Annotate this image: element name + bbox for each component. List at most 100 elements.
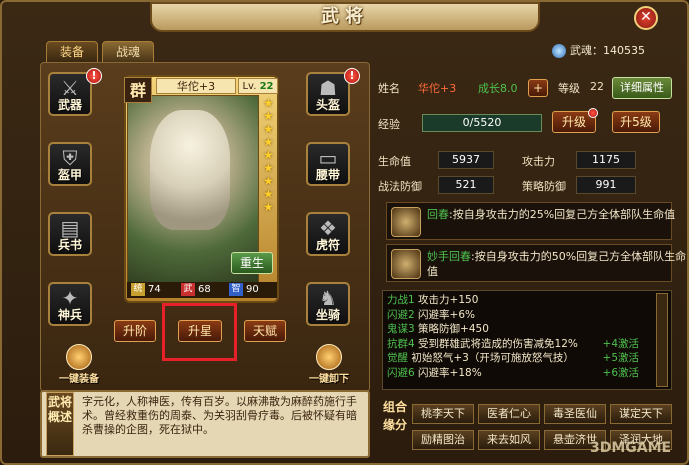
slot-horse[interactable]: ♞ 坐骑 bbox=[306, 282, 350, 326]
name-label: 姓名 bbox=[378, 82, 400, 95]
skill-2-text: 妙手回春:按自身攻击力的50%回复己方全体部队生命值 bbox=[427, 250, 687, 278]
window-title: 武将 bbox=[321, 6, 369, 27]
advance-button[interactable]: 升阶 bbox=[114, 320, 156, 342]
bonus-activation: +5激活 bbox=[602, 352, 639, 364]
bonus-row: 觉醒 初始怒气+3（开场可施放怒气技） +5激活 bbox=[387, 351, 657, 366]
slot-weapon[interactable]: ⚔ 武器 bbox=[48, 72, 92, 116]
skill-2-icon bbox=[391, 249, 421, 279]
bonus-row: 闪避6 闪避率+18% +6激活 bbox=[387, 366, 657, 381]
slot-helmet[interactable]: ☗ 头盔 bbox=[306, 72, 350, 116]
star-up-highlight-box bbox=[162, 303, 237, 361]
combo-item[interactable]: 毒圣医仙 bbox=[544, 404, 606, 424]
slot-belt-label: 腰带 bbox=[315, 168, 340, 182]
faction-badge: 群 bbox=[124, 77, 152, 103]
bonus-key: 闪避6 bbox=[387, 366, 415, 379]
bonus-value: 策略防御+450 bbox=[418, 323, 489, 335]
name-value: 华佗+3 bbox=[418, 82, 457, 95]
bonus-key: 觉醒 bbox=[387, 352, 408, 364]
level-number: 22 bbox=[259, 81, 274, 92]
bonus-row: 鬼谋3 策略防御+450 bbox=[387, 322, 657, 337]
skill-1-text: 回春:按自身攻击力的25%回复己方全体部队生命值 bbox=[427, 208, 676, 221]
strat-value: 991 bbox=[576, 176, 636, 194]
bonus-value: 闪避率+18% bbox=[418, 366, 482, 379]
rebirth-button[interactable]: 重生 bbox=[231, 252, 273, 274]
tab-equipment[interactable]: 装备 bbox=[46, 41, 98, 63]
combo-item[interactable]: 桃李天下 bbox=[412, 404, 474, 424]
bonus-activation: +6激活 bbox=[602, 366, 639, 379]
war-soul-counter: 武魂：140535 bbox=[552, 42, 682, 60]
combo-item[interactable]: 医者仁心 bbox=[478, 404, 540, 424]
one-key-equip-label: 一键装备 bbox=[59, 374, 99, 385]
bio-text: 字元化，人称神医，传有百岁。以麻沸散为麻醉药施行手术。曾经救重伤的周泰、为关羽刮… bbox=[82, 395, 357, 436]
star-icon: ★ bbox=[263, 200, 274, 214]
hero-stats-row: 统 74 武 68 智 90 bbox=[127, 282, 277, 298]
slot-weapon-label: 武器 bbox=[57, 98, 82, 112]
slot-helmet-label: 头盔 bbox=[315, 98, 340, 112]
slot-armor-label: 盔甲 bbox=[57, 168, 82, 182]
growth-add-button[interactable]: + bbox=[528, 79, 548, 97]
def-value: 521 bbox=[438, 176, 494, 194]
combo-item[interactable]: 来去如风 bbox=[478, 430, 540, 450]
bonus-key: 力战1 bbox=[387, 294, 415, 306]
hero-figure bbox=[150, 110, 230, 230]
bio-tag: 武将概述 bbox=[46, 392, 74, 456]
one-key-equip-button[interactable]: 一键装备 bbox=[58, 344, 100, 386]
talent-button[interactable]: 天赋 bbox=[244, 320, 286, 342]
exp-label: 经验 bbox=[378, 118, 400, 131]
slot-tally[interactable]: ❖ 虎符 bbox=[306, 212, 350, 256]
force-icon: 武 bbox=[181, 282, 195, 296]
stat-zhi: 智 90 bbox=[229, 282, 259, 298]
combo-label: 组合缘分 bbox=[382, 400, 407, 432]
intellect-icon: 智 bbox=[229, 282, 243, 296]
stat-tong-value: 74 bbox=[148, 284, 161, 295]
detail-attributes-button[interactable]: 详细属性 bbox=[612, 77, 672, 99]
stat-wu-value: 68 bbox=[198, 284, 211, 295]
level-label: 等级 bbox=[558, 82, 580, 95]
command-icon: 统 bbox=[131, 282, 145, 296]
bonus-scrollbar[interactable] bbox=[656, 293, 668, 387]
slot-book[interactable]: ▤ 兵书 bbox=[48, 212, 92, 256]
bonus-value: 攻击力+150 bbox=[418, 294, 479, 306]
atk-label: 攻击力 bbox=[522, 155, 555, 168]
stat-wu: 武 68 bbox=[181, 282, 211, 298]
skill-2[interactable]: 妙手回春:按自身攻击力的50%回复己方全体部队生命值 bbox=[386, 244, 686, 282]
skill-1-icon bbox=[391, 207, 421, 237]
bonus-list: 力战1 攻击力+150 闪避2 闪避率+6% 鬼谋3 策略防御+450 抗群4 受到群… bbox=[382, 290, 672, 390]
hp-value: 5937 bbox=[438, 151, 494, 169]
def-label: 战法防御 bbox=[378, 180, 422, 193]
one-key-unequip-label: 一键卸下 bbox=[309, 374, 349, 385]
bonus-key: 闪避2 bbox=[387, 308, 415, 321]
combo-item[interactable]: 励精图治 bbox=[412, 430, 474, 450]
soul-gem-icon bbox=[552, 44, 566, 58]
bonus-row: 力战1 攻击力+150 bbox=[387, 293, 657, 308]
slot-book-label: 兵书 bbox=[57, 238, 82, 252]
slot-divine-weapon[interactable]: ✦ 神兵 bbox=[48, 282, 92, 326]
bonus-key: 鬼谋3 bbox=[387, 323, 415, 335]
tab-war-soul[interactable]: 战魂 bbox=[102, 41, 154, 63]
slot-horse-label: 坐骑 bbox=[315, 308, 340, 322]
hero-card-level: Lv. 22 bbox=[238, 78, 278, 94]
stat-tong: 统 74 bbox=[131, 282, 161, 298]
equip-orb-icon bbox=[66, 344, 92, 370]
level-prefix: Lv. bbox=[242, 81, 257, 92]
upgrade-alert-dot bbox=[588, 108, 598, 118]
atk-value: 1175 bbox=[576, 151, 636, 169]
bonus-value: 闪避率+6% bbox=[418, 308, 475, 321]
helmet-alert-badge: ! bbox=[344, 68, 360, 84]
slot-divine-weapon-label: 神兵 bbox=[57, 308, 82, 322]
one-key-unequip-button[interactable]: 一键卸下 bbox=[308, 344, 350, 386]
combo-item[interactable]: 谋定天下 bbox=[610, 404, 672, 424]
close-button[interactable]: ✕ bbox=[634, 6, 658, 30]
slot-armor[interactable]: ⛨ 盔甲 bbox=[48, 142, 92, 186]
skill-1[interactable]: 回春:按自身攻击力的25%回复己方全体部队生命值 bbox=[386, 202, 675, 240]
slot-belt[interactable]: ▭ 腰带 bbox=[306, 142, 350, 186]
window-title-bar: 武将 bbox=[150, 2, 540, 32]
stat-zhi-value: 90 bbox=[246, 284, 259, 295]
unequip-orb-icon bbox=[316, 344, 342, 370]
upgrade-5-button[interactable]: 升5级 bbox=[612, 111, 660, 133]
bonus-value: 受到群雄武将造成的伤害减免12% bbox=[418, 337, 578, 350]
bonus-activation: +4激活 bbox=[602, 337, 639, 350]
bonus-row: 闪避2 闪避率+6% bbox=[387, 308, 657, 323]
exp-bar: 0/5520 bbox=[422, 114, 542, 132]
weapon-alert-badge: ! bbox=[86, 68, 102, 84]
